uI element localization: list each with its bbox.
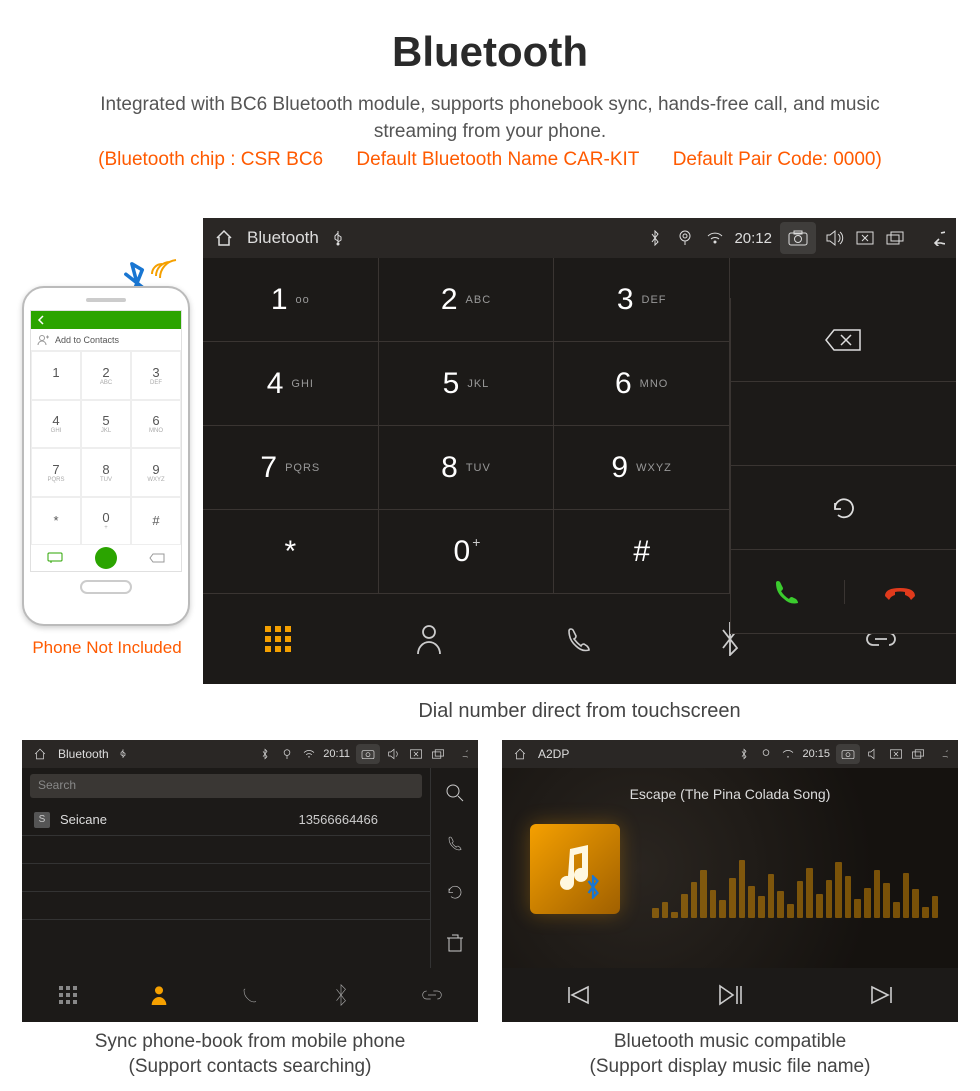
volume-icon[interactable] [866, 746, 882, 762]
key-star[interactable]: * [203, 510, 379, 594]
key-8[interactable]: 8TUV [379, 426, 555, 510]
bluetooth-waves-icon [148, 252, 178, 282]
tab-keypad[interactable] [203, 594, 354, 684]
key-6[interactable]: 6MNO [554, 342, 730, 426]
usb-icon [327, 227, 349, 249]
home-icon[interactable] [512, 746, 528, 762]
sync-icon[interactable] [445, 882, 465, 902]
tab-contacts[interactable] [354, 594, 505, 684]
back-icon[interactable] [932, 746, 948, 762]
tab-keypad[interactable] [22, 968, 113, 1022]
music-note-icon [550, 841, 600, 897]
close-window-icon[interactable] [888, 746, 904, 762]
page-subtitle: Integrated with BC6 Bluetooth module, su… [0, 76, 980, 145]
status-time: 20:12 [734, 230, 772, 247]
camera-icon[interactable] [836, 744, 860, 764]
back-icon[interactable] [452, 746, 468, 762]
music-caption: Bluetooth music compatible (Support disp… [502, 1030, 958, 1079]
bluetooth-status-icon [257, 746, 273, 762]
status-bar: Bluetooth 20:12 [203, 218, 956, 258]
recent-apps-icon[interactable] [910, 746, 926, 762]
page-note: (Bluetooth chip : CSR BC6 Default Blueto… [0, 145, 980, 189]
play-pause-button[interactable] [717, 984, 743, 1006]
call-button[interactable] [731, 575, 844, 609]
key-hash[interactable]: # [554, 510, 730, 594]
screen-title: Bluetooth [247, 228, 319, 248]
wifi-icon [780, 746, 796, 762]
phone-home-button [80, 580, 132, 594]
usb-icon [115, 746, 131, 762]
key-9[interactable]: 9WXYZ [554, 426, 730, 510]
dialer-right-column [730, 298, 956, 634]
status-time: 20:11 [323, 748, 350, 760]
tab-pair[interactable] [387, 968, 478, 1022]
phone-dial-button [95, 547, 117, 569]
tab-bluetooth[interactable] [296, 968, 387, 1022]
backspace-button[interactable] [730, 298, 956, 382]
next-button[interactable] [870, 985, 894, 1005]
key-7[interactable]: 7PQRS [203, 426, 379, 510]
album-art [530, 824, 620, 914]
key-4[interactable]: 4GHI [203, 342, 379, 426]
hangup-button[interactable] [844, 580, 957, 604]
contact-name: Seicane [60, 812, 107, 827]
tab-contacts[interactable] [113, 968, 204, 1022]
location-icon [758, 746, 774, 762]
tab-recents[interactable] [504, 594, 655, 684]
note-name: Default Bluetooth Name CAR-KIT [356, 149, 639, 170]
location-icon [674, 227, 696, 249]
refresh-button[interactable] [730, 466, 956, 550]
call-icon[interactable] [446, 834, 464, 852]
message-icon [47, 552, 63, 564]
close-window-icon[interactable] [854, 227, 876, 249]
bluetooth-status-icon [644, 227, 666, 249]
song-title: Escape (The Pina Colada Song) [502, 786, 958, 802]
delete-icon[interactable] [446, 933, 464, 953]
backspace-icon [149, 553, 165, 563]
music-screen: A2DP 20:15 Escape (The Pina Colada Song) [502, 740, 958, 1022]
key-3[interactable]: 3DEF [554, 258, 730, 342]
recent-apps-icon[interactable] [430, 746, 446, 762]
prev-button[interactable] [566, 985, 590, 1005]
home-icon[interactable] [32, 746, 48, 762]
equalizer-icon [652, 838, 938, 918]
phone-not-included-label: Phone Not Included [22, 638, 192, 658]
dialer-caption: Dial number direct from touchscreen [203, 700, 956, 723]
key-1[interactable]: 1oo [203, 258, 379, 342]
bluetooth-status-icon [736, 746, 752, 762]
dialer-screen: Bluetooth 20:12 1oo 2ABC 3DEF 4GHI 5JKL … [203, 218, 956, 684]
key-5[interactable]: 5JKL [379, 342, 555, 426]
volume-icon[interactable] [824, 227, 846, 249]
camera-icon[interactable] [780, 222, 816, 254]
phone-add-contacts: Add to Contacts [31, 329, 181, 351]
tab-recents[interactable] [204, 968, 295, 1022]
camera-icon[interactable] [356, 744, 380, 764]
recent-apps-icon[interactable] [884, 227, 906, 249]
search-icon[interactable] [445, 783, 465, 803]
home-icon[interactable] [213, 227, 235, 249]
contact-number: 13566664466 [298, 812, 378, 827]
key-2[interactable]: 2ABC [379, 258, 555, 342]
phone-topbar [31, 311, 181, 329]
search-input[interactable]: Search [30, 774, 422, 798]
contact-badge: S [34, 812, 50, 828]
volume-icon[interactable] [386, 746, 402, 762]
dialer-keypad: 1oo 2ABC 3DEF 4GHI 5JKL 6MNO 7PQRS 8TUV … [203, 258, 730, 594]
status-time: 20:15 [802, 748, 830, 760]
back-icon[interactable] [914, 227, 946, 249]
contacts-screen: Bluetooth 20:11 Search S Seicane 1356666… [22, 740, 478, 1022]
wifi-icon [301, 746, 317, 762]
contacts-caption: Sync phone-book from mobile phone (Suppo… [22, 1030, 478, 1079]
location-icon [279, 746, 295, 762]
wifi-icon [704, 227, 726, 249]
close-window-icon[interactable] [408, 746, 424, 762]
key-0[interactable]: 0+ [379, 510, 555, 594]
note-code: Default Pair Code: 0000) [673, 149, 882, 170]
contact-row[interactable]: S Seicane 13566664466 [22, 804, 430, 836]
note-chip: (Bluetooth chip : CSR BC6 [98, 149, 323, 170]
page-title: Bluetooth [0, 0, 980, 76]
phone-keypad: 1 2ABC 3DEF 4GHI 5JKL 6MNO 7PQRS 8TUV 9W… [31, 351, 181, 545]
phone-mockup: Add to Contacts 1 2ABC 3DEF 4GHI 5JKL 6M… [22, 286, 190, 626]
